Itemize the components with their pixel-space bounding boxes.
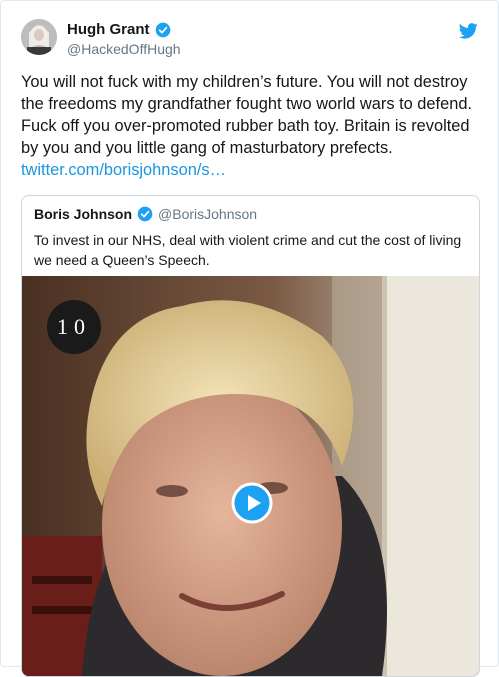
quoted-author-handle[interactable]: @BorisJohnson — [158, 206, 257, 222]
quoted-tweet[interactable]: Boris Johnson @BorisJohnson To invest in… — [21, 195, 480, 677]
tweet-card: Hugh Grant @HackedOffHugh You will not f… — [0, 0, 499, 677]
quoted-author-name[interactable]: Boris Johnson — [34, 206, 132, 222]
author-handle[interactable]: @HackedOffHugh — [67, 41, 181, 57]
tweet-link[interactable]: twitter.com/borisjohnson/s… — [21, 161, 226, 179]
avatar[interactable] — [21, 19, 57, 55]
verified-badge-icon — [155, 22, 170, 37]
twitter-bird-icon[interactable] — [459, 23, 478, 39]
tweet-text: You will not fuck with my children’s fut… — [21, 71, 481, 181]
author-name[interactable]: Hugh Grant — [67, 21, 171, 38]
quoted-tweet-text: To invest in our NHS, deal with violent … — [34, 232, 462, 268]
number-10-badge: 10 — [47, 300, 101, 354]
play-icon[interactable] — [231, 482, 273, 524]
video-thumbnail[interactable]: 10 — [22, 276, 479, 676]
author-name-text: Hugh Grant — [67, 21, 150, 38]
tweet-body: You will not fuck with my children’s fut… — [21, 73, 472, 157]
verified-badge-icon — [137, 206, 153, 222]
quoted-tweet-header: Boris Johnson @BorisJohnson — [34, 206, 257, 222]
